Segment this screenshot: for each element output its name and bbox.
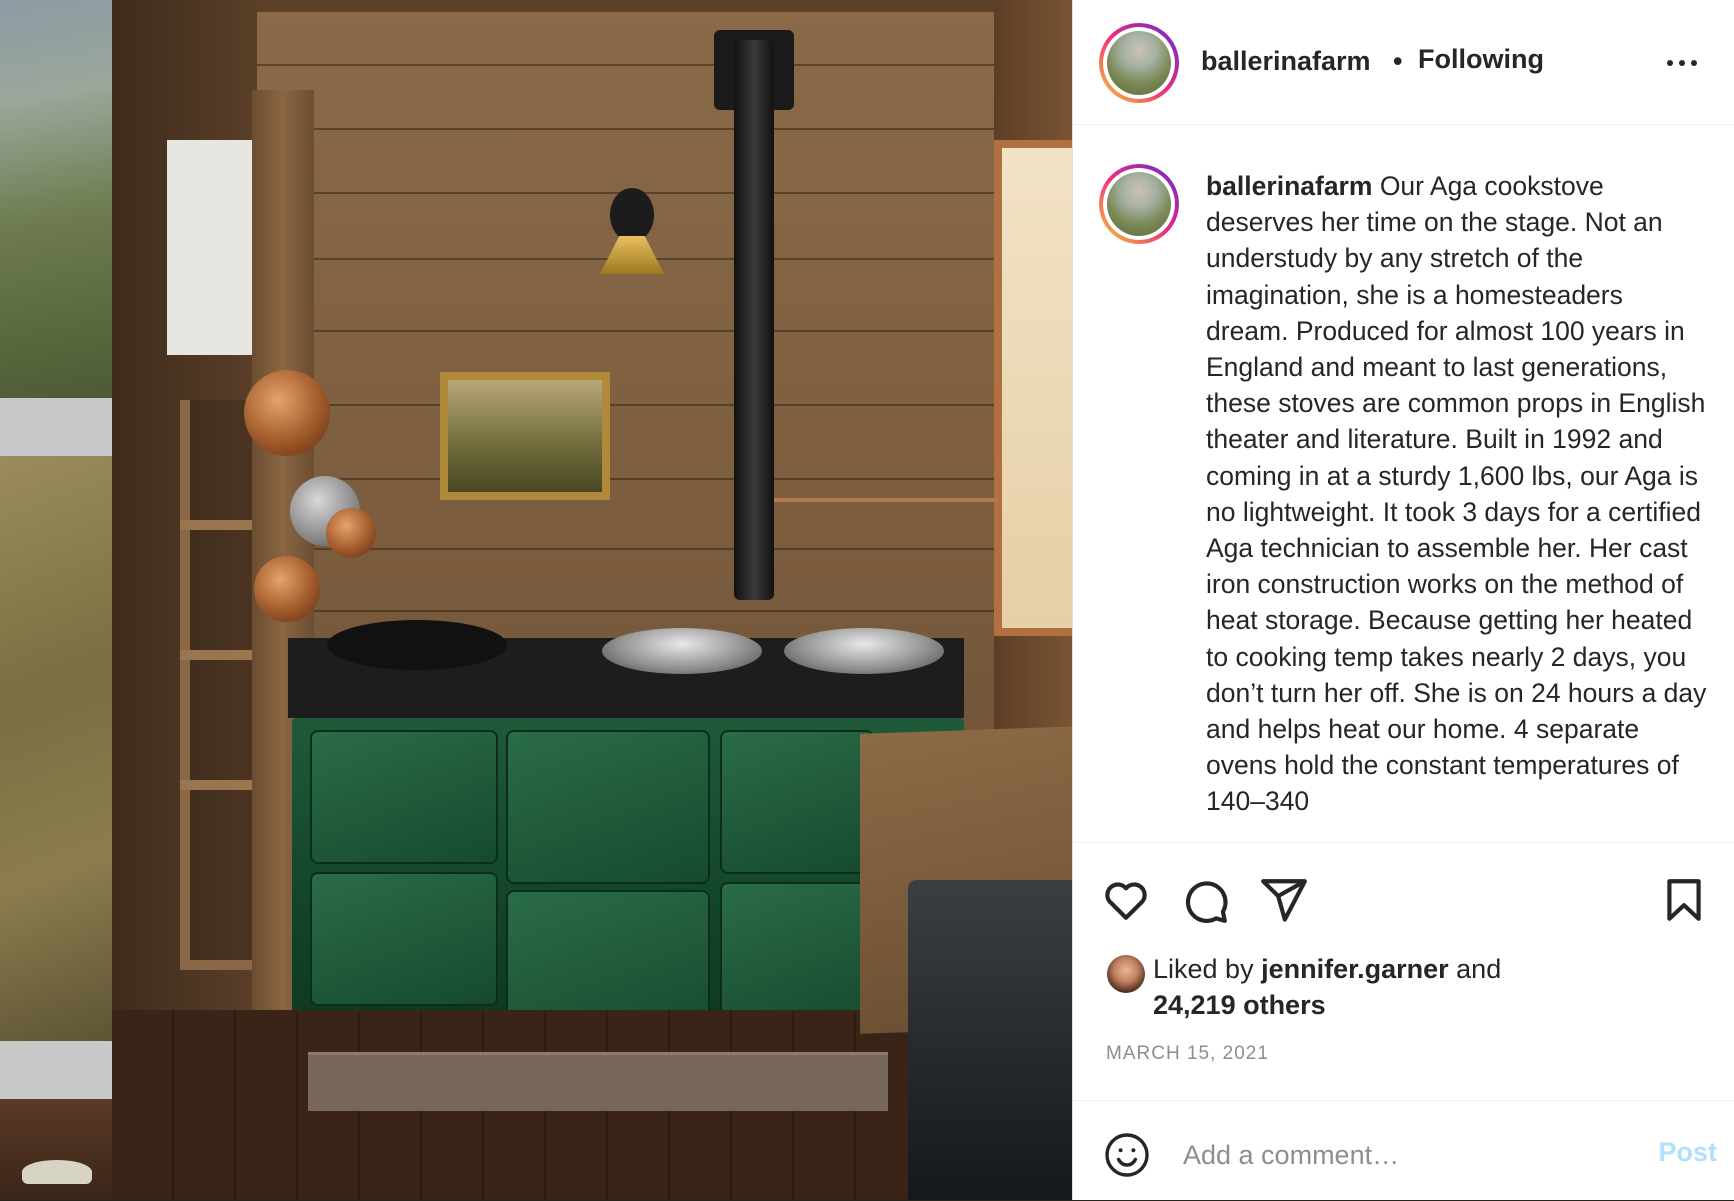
likes-prefix: Liked by — [1153, 954, 1262, 984]
comment-bar: Post — [1073, 1100, 1734, 1201]
likes-and: and — [1448, 954, 1502, 984]
post-date[interactable]: MARCH 15, 2021 — [1106, 1043, 1269, 1065]
avatar-border — [1103, 27, 1175, 99]
framed-painting — [440, 372, 610, 500]
background-gap — [0, 1041, 112, 1099]
likes-summary: Liked by jennifer.garner and 24,219 other… — [1153, 951, 1573, 1023]
oven-door — [720, 730, 874, 874]
comment-icon[interactable] — [1180, 875, 1230, 925]
avatar-border — [1103, 168, 1175, 240]
copper-pan — [326, 508, 376, 558]
post-comment-button[interactable]: Post — [1658, 1137, 1717, 1168]
lamp-mount — [610, 188, 654, 242]
more-dot — [1679, 60, 1685, 66]
liked-by-user[interactable]: jennifer.garner — [1261, 954, 1449, 984]
oven-door — [720, 882, 874, 1026]
caption-body: Our Aga cookstove deserves her time on t… — [1206, 171, 1707, 817]
oven-door — [310, 872, 498, 1006]
following-button[interactable]: Following — [1418, 44, 1544, 75]
author-username[interactable]: ballerinafarm — [1201, 46, 1371, 77]
oven-door — [310, 730, 498, 864]
more-dot — [1667, 60, 1673, 66]
background-image-room — [0, 1099, 112, 1200]
caption-username[interactable]: ballerinafarm — [1206, 171, 1372, 201]
post-photo[interactable] — [112, 0, 1072, 1200]
white-wall — [167, 140, 257, 355]
action-bar: Liked by jennifer.garner and 24,219 other… — [1073, 842, 1734, 1143]
background-gap — [0, 398, 112, 456]
sink — [908, 880, 1072, 1200]
post-header: ballerinafarm • Following — [1073, 0, 1734, 125]
painting-canvas — [448, 380, 602, 492]
avatar-image — [1107, 31, 1171, 95]
comment-input[interactable] — [1183, 1135, 1623, 1175]
more-dot — [1691, 60, 1697, 66]
window — [994, 140, 1072, 636]
separator-dot: • — [1393, 46, 1403, 76]
share-icon[interactable] — [1259, 875, 1309, 925]
hotplate-lid — [602, 628, 762, 674]
copper-colander — [244, 370, 330, 456]
stovepipe — [734, 40, 774, 600]
caption: ballerinafarm Our Aga cookstove deserves… — [1206, 168, 1711, 820]
background-image-hay — [0, 456, 112, 1041]
liker-avatar[interactable] — [1107, 955, 1145, 993]
bookmark-icon[interactable] — [1659, 875, 1709, 925]
heart-icon[interactable] — [1101, 875, 1151, 925]
more-icon[interactable] — [1667, 51, 1707, 75]
oven-door — [506, 730, 710, 884]
background-feed — [0, 0, 112, 1200]
background-image-field — [0, 0, 112, 398]
brass-lamp — [600, 236, 664, 274]
copper-pot — [254, 556, 320, 622]
emoji-icon[interactable] — [1103, 1131, 1151, 1179]
caption-area: ballerinafarm Our Aga cookstove deserves… — [1073, 124, 1734, 842]
background-lamp — [22, 1160, 92, 1184]
brick-hearth — [308, 1052, 888, 1111]
post-panel: ballerinafarm • Following ballerinafarm … — [1072, 0, 1734, 1200]
hotplate-lid — [784, 628, 944, 674]
caption-avatar[interactable] — [1099, 164, 1179, 244]
avatar-image — [1107, 172, 1171, 236]
likes-others-link[interactable]: 24,219 others — [1153, 990, 1326, 1020]
cast-iron-skillet — [327, 620, 507, 670]
author-avatar[interactable] — [1099, 23, 1179, 103]
copper-pipe — [774, 498, 998, 502]
